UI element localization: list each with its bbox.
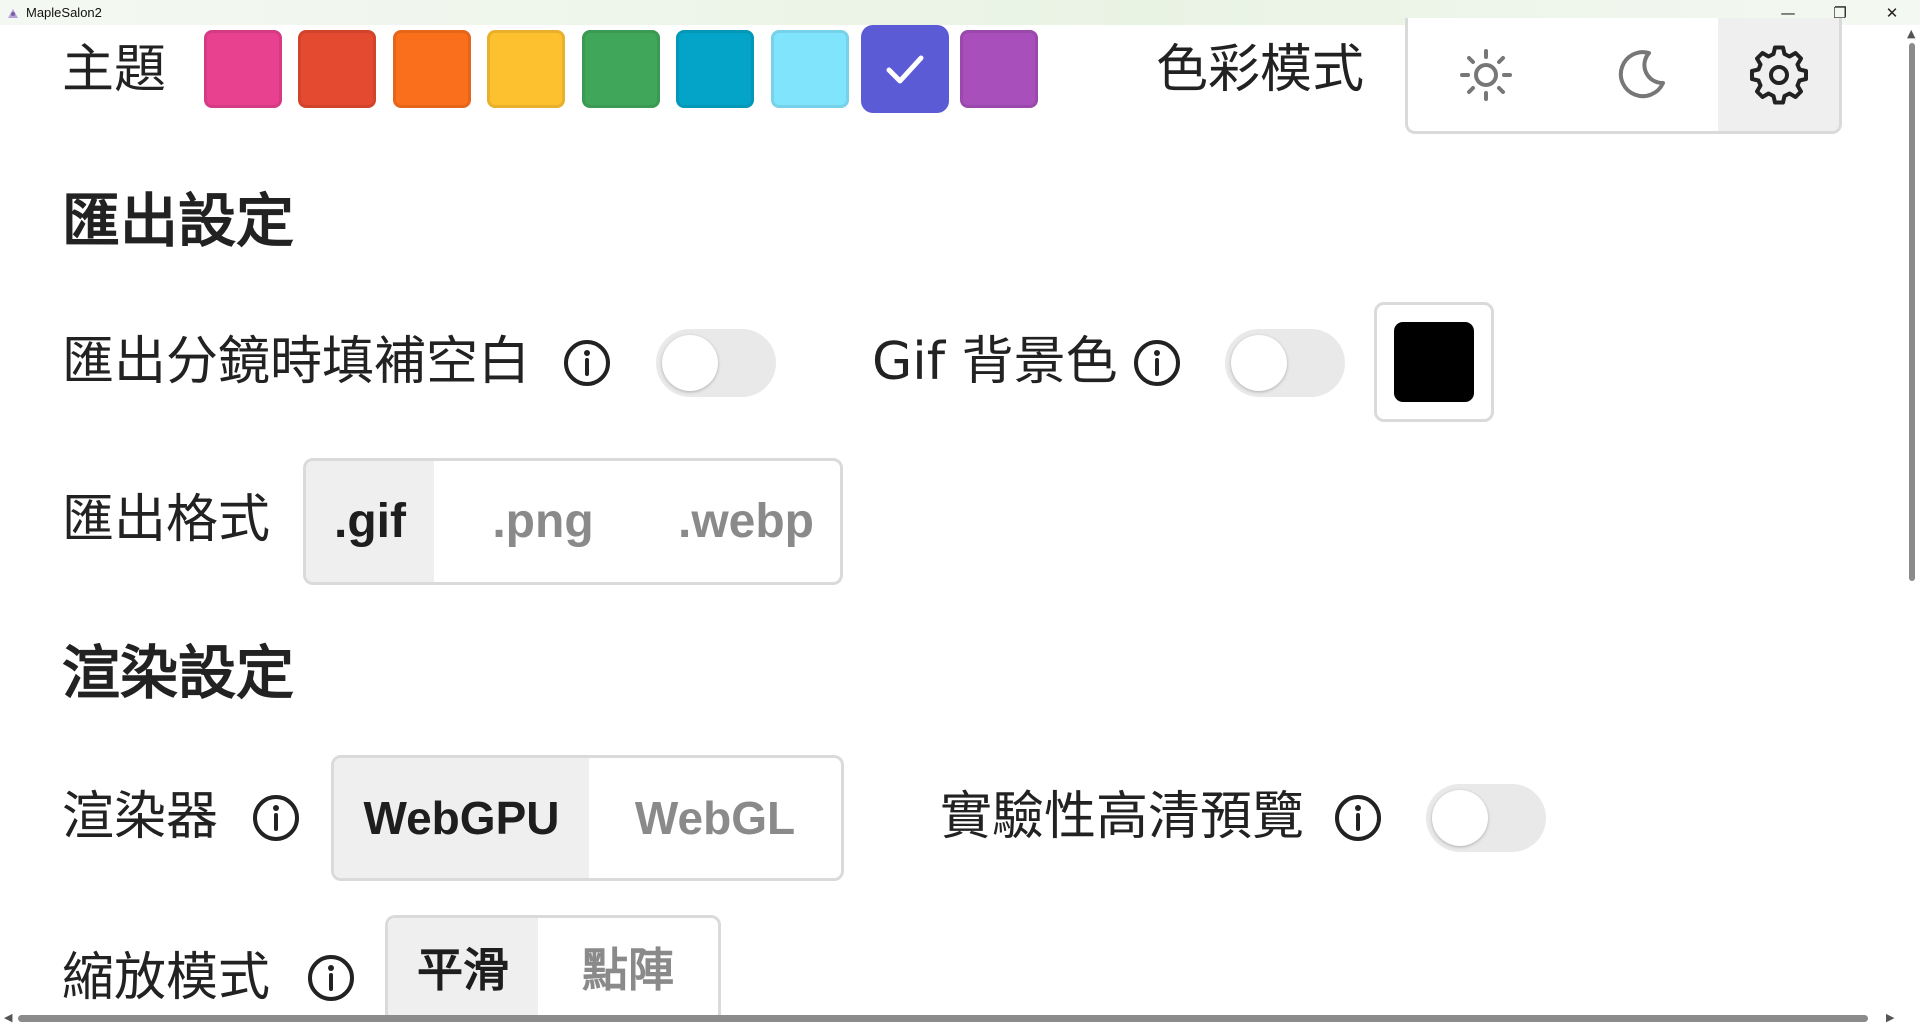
- info-icon[interactable]: [306, 953, 356, 1003]
- gif-background-color-picker[interactable]: [1374, 302, 1494, 422]
- theme-label: 主題: [62, 40, 167, 100]
- app-icon: [6, 6, 20, 20]
- horizontal-scroll-thumb[interactable]: [18, 1015, 1868, 1022]
- vertical-scrollbar[interactable]: ▲: [1904, 25, 1920, 1015]
- theme-swatch-orange[interactable]: [393, 30, 471, 108]
- export-format-selector: .gif .png .webp: [303, 458, 843, 585]
- info-icon[interactable]: [1132, 338, 1182, 388]
- fill-blank-toggle[interactable]: [656, 329, 776, 397]
- theme-swatch-purple[interactable]: [960, 30, 1038, 108]
- hd-preview-toggle[interactable]: [1426, 784, 1546, 852]
- scale-mode-label: 縮放模式: [62, 948, 271, 1008]
- format-option-gif[interactable]: .gif: [306, 461, 434, 582]
- export-format-label: 匯出格式: [62, 490, 271, 550]
- theme-swatch-teal[interactable]: [676, 30, 754, 108]
- scroll-right-icon[interactable]: ▶: [1886, 1011, 1894, 1024]
- theme-swatch-green[interactable]: [582, 30, 660, 108]
- color-preview: [1394, 322, 1474, 402]
- color-mode-label: 色彩模式: [1156, 40, 1365, 100]
- fill-blank-label: 匯出分鏡時填補空白: [62, 332, 531, 392]
- gif-background-toggle[interactable]: [1225, 329, 1345, 397]
- scale-mode-option-smooth[interactable]: 平滑: [388, 918, 538, 1015]
- horizontal-scrollbar[interactable]: ◀ ▶: [0, 1008, 1904, 1026]
- format-option-png[interactable]: .png: [434, 461, 652, 582]
- check-icon: [861, 25, 949, 113]
- sun-icon: [1459, 48, 1512, 101]
- renderer-label: 渲染器: [62, 787, 219, 847]
- renderer-option-webgl[interactable]: WebGL: [589, 758, 841, 878]
- theme-swatch-red[interactable]: [298, 30, 376, 108]
- gear-icon: [1749, 45, 1808, 104]
- export-settings-heading: 匯出設定: [62, 187, 295, 255]
- info-icon[interactable]: [1333, 793, 1383, 843]
- renderer-option-webgpu[interactable]: WebGPU: [334, 758, 589, 878]
- color-mode-selector: [1405, 18, 1842, 134]
- vertical-scroll-thumb[interactable]: [1909, 43, 1915, 581]
- theme-swatch-yellow[interactable]: [487, 30, 565, 108]
- dark-mode-button[interactable]: [1563, 18, 1718, 131]
- scroll-left-icon[interactable]: ◀: [4, 1011, 12, 1024]
- system-mode-button[interactable]: [1718, 18, 1839, 131]
- gif-background-label: Gif 背景色: [872, 332, 1118, 392]
- info-icon[interactable]: [251, 793, 301, 843]
- format-option-webp[interactable]: .webp: [652, 461, 840, 582]
- scale-mode-selector: 平滑 點陣: [385, 915, 721, 1015]
- hd-preview-label: 實驗性高清預覽: [940, 787, 1305, 847]
- theme-swatch-indigo[interactable]: [861, 25, 949, 113]
- light-mode-button[interactable]: [1408, 18, 1563, 131]
- scroll-up-icon[interactable]: ▲: [1907, 27, 1915, 40]
- render-settings-heading: 渲染設定: [62, 639, 295, 707]
- theme-swatch-light-blue[interactable]: [771, 30, 849, 108]
- theme-swatch-pink[interactable]: [204, 30, 282, 108]
- moon-icon: [1618, 49, 1665, 98]
- close-button[interactable]: ✕: [1867, 0, 1917, 25]
- renderer-selector: WebGPU WebGL: [331, 755, 844, 881]
- info-icon[interactable]: [562, 338, 612, 388]
- window-title: MapleSalon2: [26, 5, 102, 20]
- scale-mode-option-pixel[interactable]: 點陣: [538, 918, 718, 1015]
